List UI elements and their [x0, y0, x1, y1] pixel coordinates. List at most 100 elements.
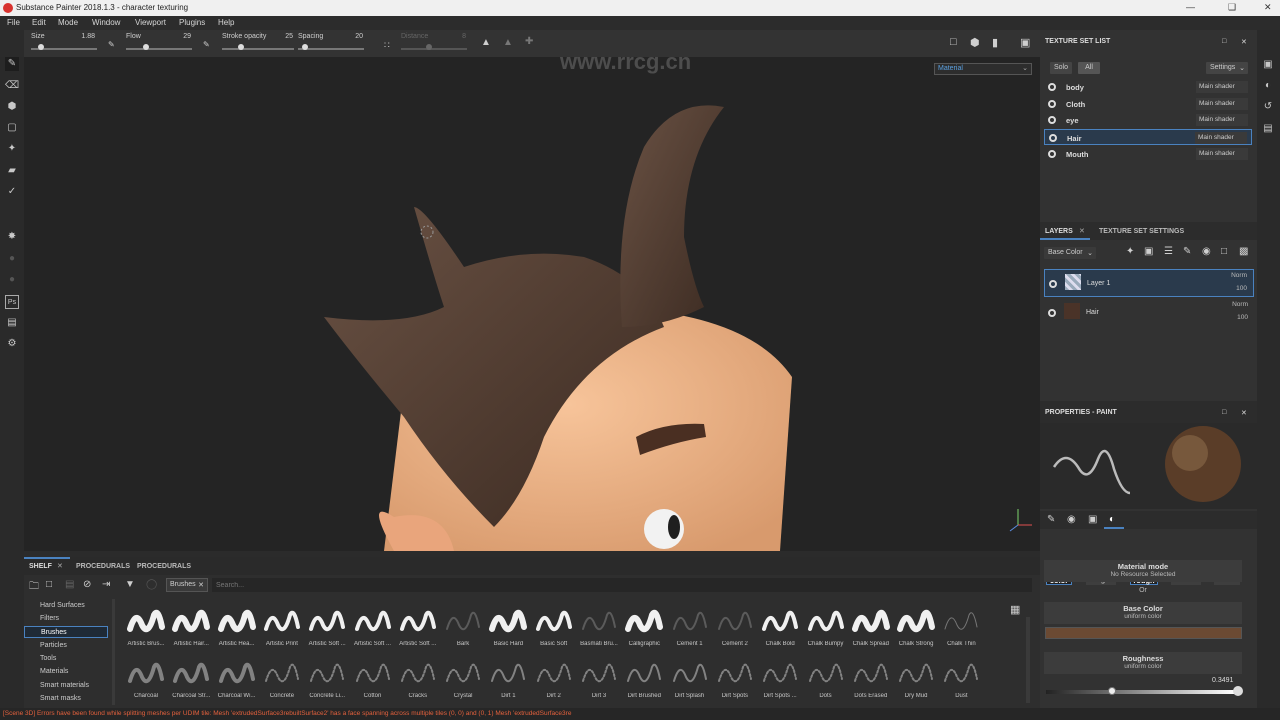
brush-item[interactable]: Chalk Strong: [894, 603, 938, 647]
minimize-icon[interactable]: —: [1186, 2, 1195, 12]
pen-pressure-icon[interactable]: ✎: [108, 40, 115, 49]
size-value[interactable]: 1.88: [74, 33, 95, 40]
folder-icon[interactable]: 🗀: [29, 579, 39, 596]
base-color-swatch[interactable]: [1045, 627, 1242, 639]
texture-set-row-selected[interactable]: Hair Main shader: [1044, 129, 1252, 145]
clone-stamp-icon[interactable]: ▰: [5, 164, 19, 178]
brush-item[interactable]: Artistic Brus...: [124, 603, 168, 647]
filter-tag[interactable]: Brushes ✕: [166, 578, 208, 592]
brush-item[interactable]: Bark: [441, 603, 485, 647]
brush-item[interactable]: Dirt Spots: [713, 655, 757, 699]
history-icon[interactable]: ↺: [1261, 100, 1275, 114]
close-panel-icon[interactable]: ✕: [1241, 409, 1247, 417]
category-filters[interactable]: Filters: [24, 613, 108, 625]
add-effect-icon[interactable]: ✦: [1126, 246, 1134, 257]
export-icon[interactable]: ▤: [5, 316, 19, 330]
layer-opacity[interactable]: 100: [1237, 314, 1248, 321]
brush-item[interactable]: Dirt 2: [532, 655, 576, 699]
filter-icon[interactable]: ▼: [125, 579, 135, 590]
settings-gear-icon[interactable]: ⚙: [5, 337, 19, 351]
close-panel-icon[interactable]: ✕: [1241, 38, 1247, 46]
grid-view-icon[interactable]: ▦: [1010, 603, 1020, 616]
material-mode-box[interactable]: Material mode No Resource Selected: [1044, 560, 1242, 582]
tab-texture-set-settings[interactable]: TEXTURE SET SETTINGS: [1099, 228, 1184, 235]
texture-set-row[interactable]: Mouth Main shader: [1044, 146, 1252, 162]
channel-dropdown[interactable]: Base Color ⌄: [1044, 247, 1096, 259]
brush-item[interactable]: Artistic Hea...: [215, 603, 259, 647]
stroke-opacity-slider[interactable]: [222, 48, 294, 50]
brush-item[interactable]: Concrete Li...: [305, 655, 349, 699]
eraser-icon[interactable]: ⌫: [5, 79, 19, 93]
shader-dropdown[interactable]: Main shader: [1196, 148, 1248, 160]
texture-set-list-icon[interactable]: ▣: [1261, 58, 1275, 72]
brush-item[interactable]: Basic Soft: [532, 603, 576, 647]
brush-item[interactable]: Chalk Thin: [939, 603, 983, 647]
save-icon[interactable]: ▤: [65, 579, 74, 590]
solo-button[interactable]: Solo: [1050, 62, 1072, 74]
disabled-tool-icon[interactable]: ●: [5, 273, 19, 287]
distance-value[interactable]: 8: [456, 33, 466, 40]
brush-item[interactable]: Artistic Soft ...: [396, 603, 440, 647]
brush-item[interactable]: Dust: [939, 655, 983, 699]
add-folder-icon[interactable]: □: [1221, 246, 1227, 257]
blend-mode[interactable]: Norm: [1231, 272, 1247, 279]
close-tab-icon[interactable]: ✕: [57, 562, 63, 570]
brush-item[interactable]: Basmati Bru...: [577, 603, 621, 647]
brush-item[interactable]: Dry Mud: [894, 655, 938, 699]
undock-icon[interactable]: □: [1222, 409, 1226, 416]
spacing-value[interactable]: 20: [350, 33, 363, 40]
brush-scrollbar[interactable]: [1026, 617, 1030, 703]
viewport-mode-select[interactable]: Material ⌄: [934, 63, 1032, 75]
camera-view-icon[interactable]: □: [950, 36, 957, 48]
shader-dropdown[interactable]: Main shader: [1196, 98, 1248, 110]
tab-shelf[interactable]: SHELF: [29, 563, 52, 570]
alpha-tab-icon[interactable]: ◉: [1067, 514, 1076, 525]
remove-tag-icon[interactable]: ✕: [198, 581, 204, 589]
layer-opacity[interactable]: 100: [1236, 285, 1247, 292]
projection-icon[interactable]: ⬢: [5, 100, 19, 114]
shelf-search-input[interactable]: [212, 578, 1032, 592]
blend-mode[interactable]: Norm: [1232, 301, 1248, 308]
category-particles[interactable]: Particles: [24, 640, 108, 652]
category-hard-surfaces[interactable]: Hard Surfaces: [24, 600, 108, 612]
shader-dropdown[interactable]: Main shader: [1196, 81, 1248, 93]
brush-item[interactable]: Dots Erased: [849, 655, 893, 699]
polygon-fill-icon[interactable]: ▢: [5, 121, 19, 135]
color-picker-icon[interactable]: ✓: [5, 185, 19, 199]
brush-item[interactable]: Artistic Soft ...: [351, 603, 395, 647]
menu-file[interactable]: File: [7, 18, 20, 27]
shader-dropdown[interactable]: Main shader: [1195, 132, 1247, 144]
display-settings-icon[interactable]: ◐: [1261, 79, 1275, 93]
close-tab-icon[interactable]: ✕: [1079, 227, 1085, 235]
menu-mode[interactable]: Mode: [58, 18, 78, 27]
bake-icon[interactable]: ✸: [5, 230, 19, 244]
visibility-icon[interactable]: [1048, 309, 1056, 317]
brush-item[interactable]: Artistic Print: [260, 603, 304, 647]
brush-item[interactable]: Concrete: [260, 655, 304, 699]
brush-item[interactable]: Charcoal: [124, 655, 168, 699]
close-icon[interactable]: ✕: [1264, 2, 1272, 13]
flow-value[interactable]: 29: [174, 33, 191, 40]
symmetry-mirror-icon[interactable]: ▲: [503, 37, 513, 48]
brush-item[interactable]: Cement 2: [713, 603, 757, 647]
flow-pressure-icon[interactable]: ✎: [203, 40, 210, 49]
brush-item[interactable]: Charcoal Wi...: [215, 655, 259, 699]
stencil-tab-icon[interactable]: ▣: [1088, 514, 1097, 525]
distance-slider-handle[interactable]: [426, 44, 432, 50]
spacing-slider[interactable]: [298, 48, 364, 50]
add-mask-icon[interactable]: ▣: [1144, 246, 1153, 257]
video-icon[interactable]: ▮: [992, 36, 998, 49]
flow-slider[interactable]: [126, 48, 192, 50]
brush-item[interactable]: Charcoal Str...: [169, 655, 213, 699]
texture-set-row[interactable]: Cloth Main shader: [1044, 96, 1252, 112]
menu-plugins[interactable]: Plugins: [179, 18, 205, 27]
brush-item[interactable]: Dots: [804, 655, 848, 699]
smudge-icon[interactable]: ✦: [5, 142, 19, 156]
menu-window[interactable]: Window: [92, 18, 120, 27]
cube-view-icon[interactable]: ⬢: [970, 36, 980, 49]
brush-item[interactable]: Cotton: [351, 655, 395, 699]
maximize-icon[interactable]: ❑: [1228, 2, 1236, 13]
brush-item[interactable]: Artistic Hair...: [169, 603, 213, 647]
symmetry-axis-icon[interactable]: ✚: [525, 36, 533, 47]
hide-icon[interactable]: ⊘: [83, 579, 91, 590]
